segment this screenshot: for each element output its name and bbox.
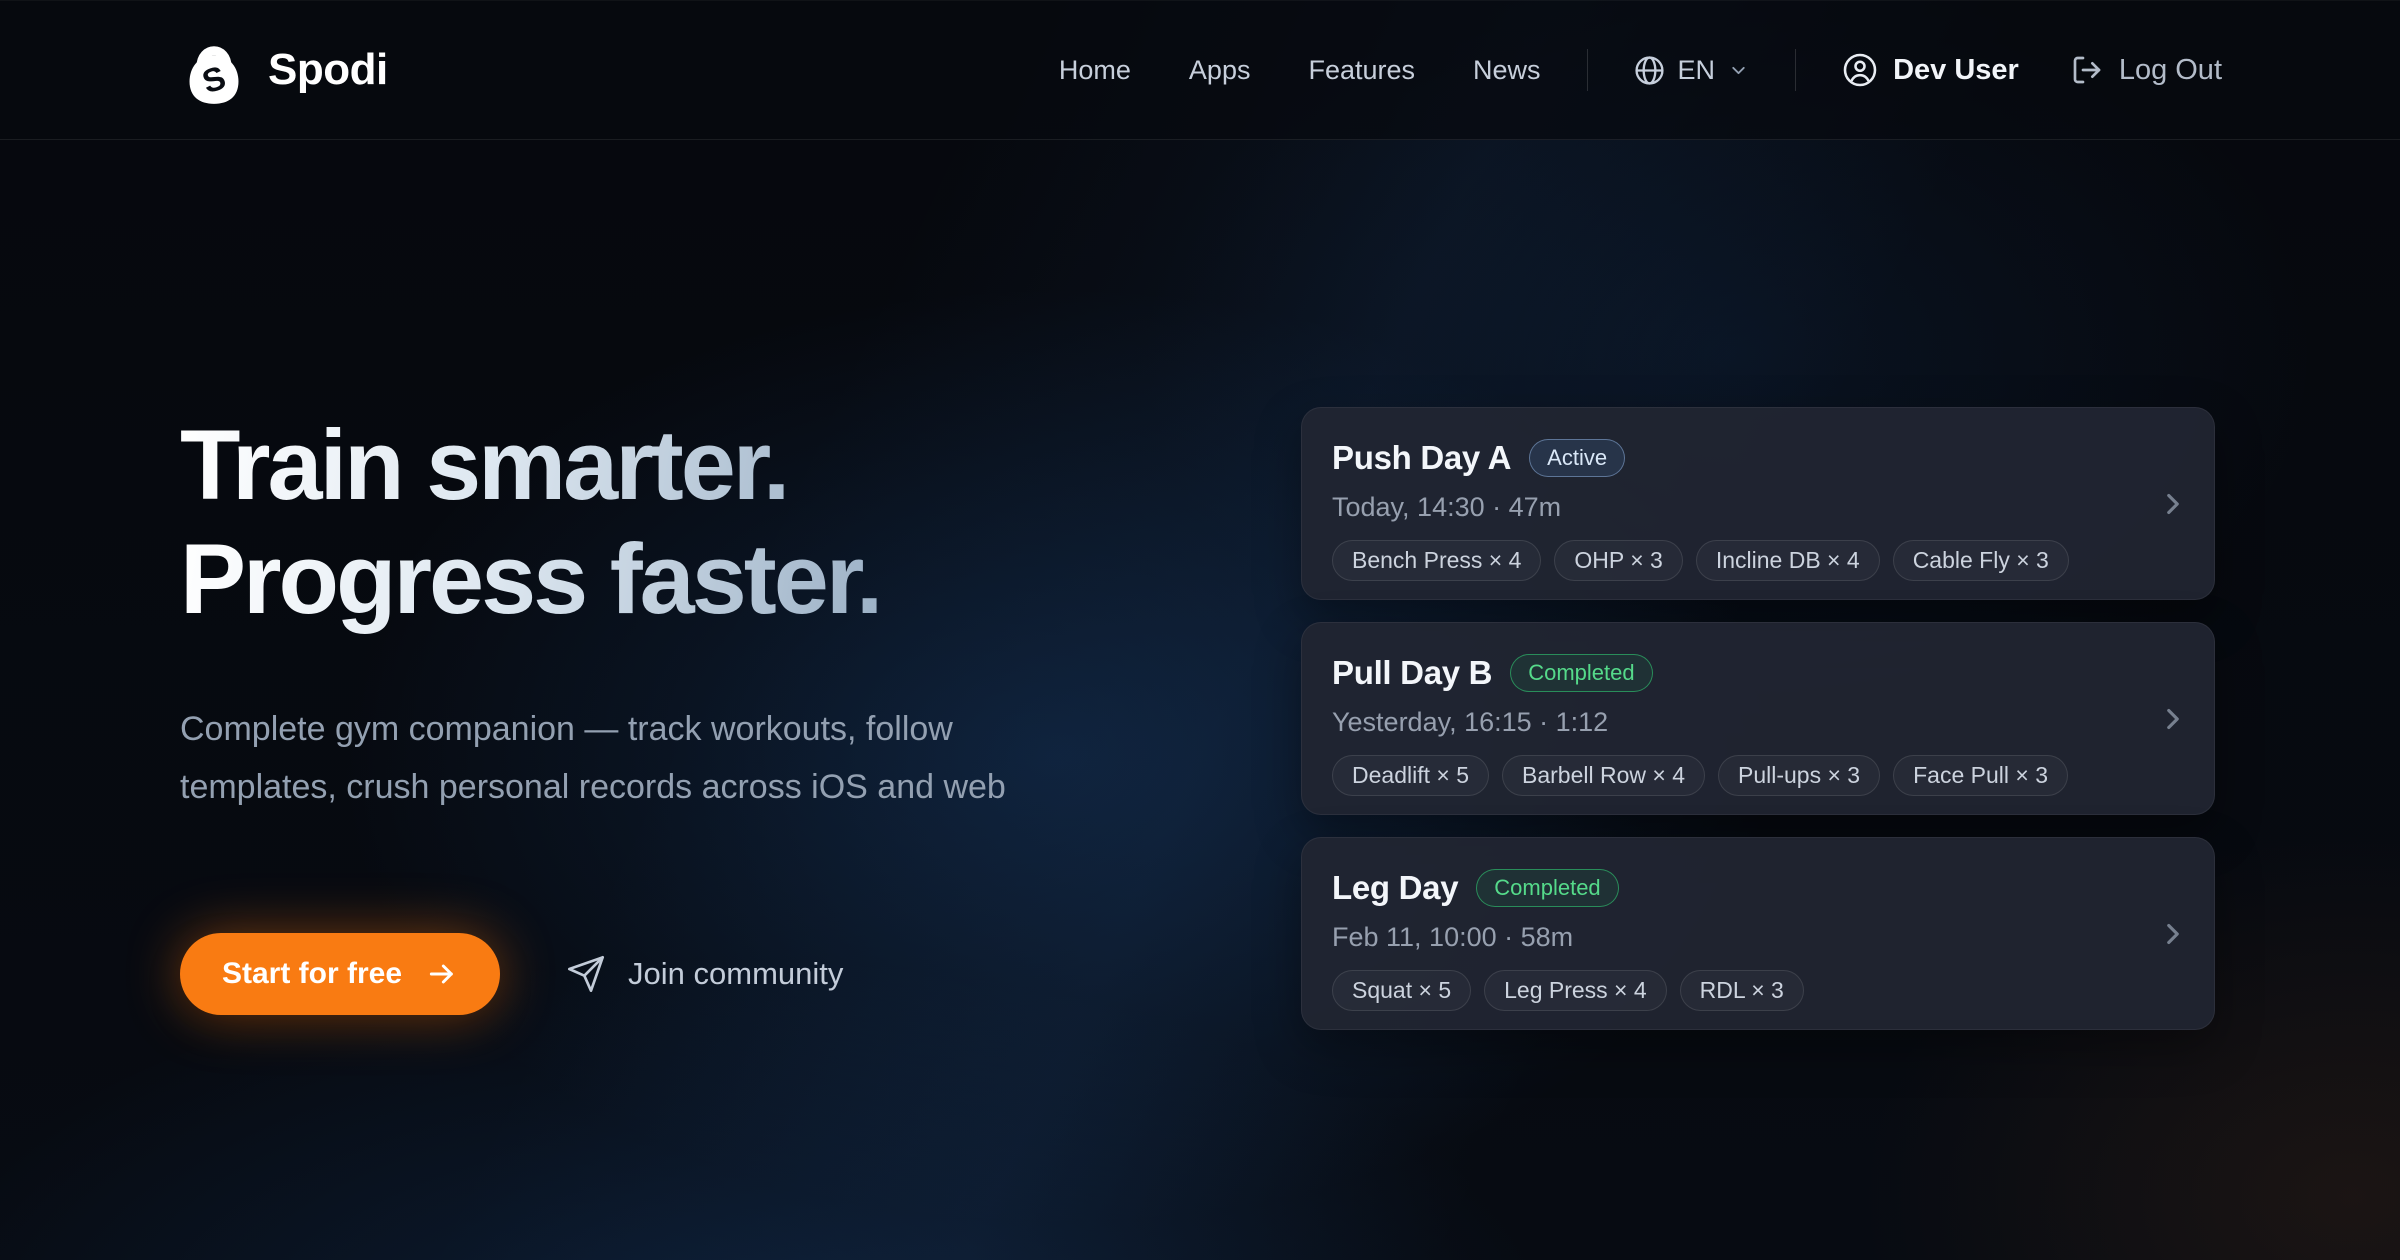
workout-card-header: Pull Day B Completed — [1332, 653, 2184, 693]
chevron-right-icon[interactable] — [2156, 917, 2190, 951]
brand-logo[interactable]: S Spodi — [178, 34, 388, 106]
logout-label: Log Out — [2119, 54, 2222, 87]
workout-card[interactable]: Leg Day Completed Feb 11, 10:00 · 58m Sq… — [1301, 837, 2215, 1030]
exercise-tag: Leg Press × 4 — [1484, 970, 1667, 1011]
exercise-tag: Incline DB × 4 — [1696, 540, 1880, 581]
workout-card[interactable]: Pull Day B Completed Yesterday, 16:15 · … — [1301, 622, 2215, 815]
workout-meta: Today, 14:30 · 47m — [1332, 490, 2184, 524]
workout-card[interactable]: Push Day A Active Today, 14:30 · 47m Ben… — [1301, 407, 2215, 600]
top-navbar: S Spodi Home Apps Features News EN Dev User — [0, 0, 2400, 140]
chevron-down-icon — [1728, 60, 1749, 81]
nav-link-features[interactable]: Features — [1308, 55, 1415, 86]
exercise-tags: Deadlift × 5 Barbell Row × 4 Pull-ups × 3 F… — [1332, 755, 2184, 796]
chevron-right-icon[interactable] — [2156, 702, 2190, 736]
workout-meta: Feb 11, 10:00 · 58m — [1332, 920, 2184, 954]
nav-link-apps[interactable]: Apps — [1189, 55, 1251, 86]
workout-title: Pull Day B — [1332, 654, 1492, 692]
log-out-icon — [2071, 54, 2103, 86]
workout-title: Leg Day — [1332, 869, 1458, 907]
workout-card-header: Leg Day Completed — [1332, 868, 2184, 908]
kettlebell-icon: S — [178, 34, 250, 106]
user-menu[interactable]: Dev User — [1842, 52, 2019, 88]
exercise-tag: Cable Fly × 3 — [1893, 540, 2069, 581]
workout-card-list: Push Day A Active Today, 14:30 · 47m Ben… — [0, 0, 2400, 1260]
user-name: Dev User — [1893, 54, 2019, 87]
nav-link-news[interactable]: News — [1473, 55, 1541, 86]
exercise-tag: Barbell Row × 4 — [1502, 755, 1705, 796]
workout-meta: Yesterday, 16:15 · 1:12 — [1332, 705, 2184, 739]
nav-link-home[interactable]: Home — [1059, 55, 1131, 86]
status-badge: Active — [1529, 439, 1625, 477]
exercise-tag: Bench Press × 4 — [1332, 540, 1541, 581]
nav-links: Home Apps Features News — [1059, 55, 1541, 86]
chevron-right-icon[interactable] — [2156, 487, 2190, 521]
exercise-tag: Squat × 5 — [1332, 970, 1471, 1011]
nav-divider — [1587, 49, 1588, 91]
workout-title: Push Day A — [1332, 439, 1511, 477]
user-circle-icon — [1842, 52, 1878, 88]
exercise-tag: RDL × 3 — [1680, 970, 1804, 1011]
nav-divider — [1795, 49, 1796, 91]
exercise-tag: Pull-ups × 3 — [1718, 755, 1880, 796]
exercise-tag: Deadlift × 5 — [1332, 755, 1489, 796]
status-badge: Completed — [1476, 869, 1618, 907]
exercise-tag: OHP × 3 — [1554, 540, 1682, 581]
exercise-tag: Face Pull × 3 — [1893, 755, 2068, 796]
exercise-tags: Bench Press × 4 OHP × 3 Incline DB × 4 Cabl… — [1332, 540, 2184, 581]
exercise-tags: Squat × 5 Leg Press × 4 RDL × 3 — [1332, 970, 2184, 1011]
brand-name: Spodi — [268, 45, 388, 95]
globe-icon — [1634, 55, 1665, 86]
status-badge: Completed — [1510, 654, 1652, 692]
workout-card-header: Push Day A Active — [1332, 438, 2184, 478]
language-code: EN — [1678, 55, 1716, 86]
language-selector[interactable]: EN — [1634, 55, 1750, 86]
logout-button[interactable]: Log Out — [2071, 54, 2222, 87]
